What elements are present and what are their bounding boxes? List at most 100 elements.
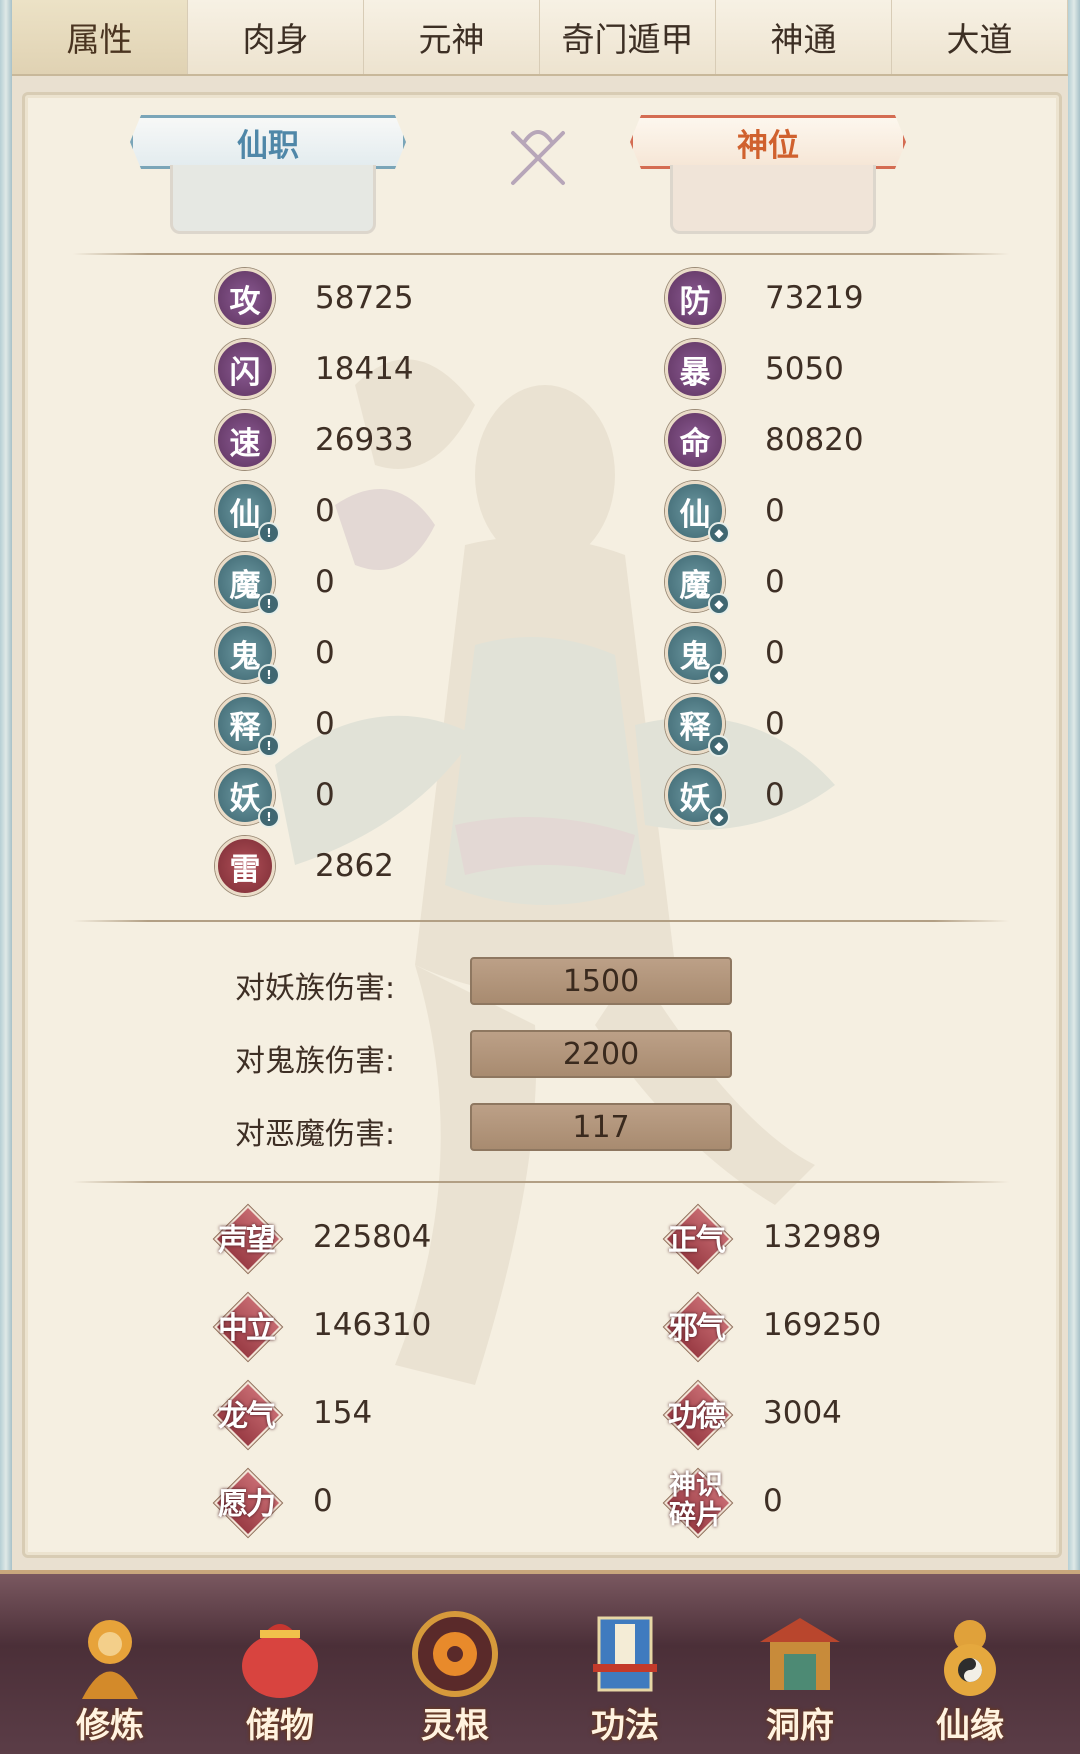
shield-icon: ◆ — [708, 522, 730, 544]
damage-row-demon: 对恶魔伤害: 117 — [25, 1103, 1059, 1152]
stat-demon-resist: 魔 ◆ 0 — [665, 552, 785, 615]
rep-value: 146310 — [313, 1307, 432, 1343]
nav-spirit-root[interactable]: 灵根 — [380, 1604, 530, 1754]
nav-label: 仙缘 — [936, 1706, 1004, 1746]
nav-storage[interactable]: 储物 — [205, 1604, 355, 1754]
stat-badge: 魔 ◆ — [665, 552, 730, 615]
bottom-nav: 修炼 储物 灵根 功法 洞府 仙缘 — [0, 1570, 1080, 1754]
stat-value: 0 — [765, 493, 785, 529]
rep-merit: 功德 3004 — [665, 1381, 842, 1445]
stat-value: 18414 — [315, 351, 414, 387]
stat-value: 0 — [765, 777, 785, 813]
damage-label: 对鬼族伤害: — [235, 1044, 396, 1079]
frame-right — [1068, 0, 1080, 1570]
stat-value: 5050 — [765, 351, 844, 387]
shield-icon: ◆ — [708, 806, 730, 828]
stat-thunder: 雷 2862 — [215, 836, 394, 896]
damage-value: 1500 — [470, 957, 732, 1005]
stat-badge: 妖 ◆ — [665, 765, 730, 828]
deity-rank-title: 神位 — [630, 115, 906, 169]
cultivate-icon — [82, 1620, 138, 1699]
stat-badge: 魔! — [215, 552, 280, 615]
alert-icon: ! — [258, 664, 280, 686]
rep-badge: 中立 — [215, 1294, 277, 1356]
rep-value: 225804 — [313, 1219, 432, 1255]
divider — [73, 920, 1009, 922]
stat-badge: 命 — [665, 410, 725, 470]
rep-value: 169250 — [763, 1307, 882, 1343]
rep-soul-fragments: 神识碎片 0 — [665, 1469, 783, 1533]
stat-value: 0 — [315, 777, 335, 813]
stat-badge: 鬼 ◆ — [665, 623, 730, 686]
rep-neutral: 中立 146310 — [215, 1293, 431, 1357]
nav-cultivate[interactable]: 修炼 — [35, 1604, 185, 1754]
stat-badge: 攻 — [215, 268, 275, 328]
damage-value: 117 — [470, 1103, 732, 1151]
rep-prestige: 声望 225804 — [215, 1205, 431, 1269]
stat-badge: 妖! — [215, 765, 280, 828]
stat-defense: 防 73219 — [665, 268, 864, 328]
stat-value: 58725 — [315, 280, 414, 316]
stat-value: 2862 — [315, 848, 394, 884]
damage-label: 对妖族伤害: — [235, 971, 396, 1006]
rep-righteous: 正气 132989 — [665, 1205, 881, 1269]
stat-value: 0 — [315, 564, 335, 600]
rep-badge: 声望 — [215, 1206, 277, 1268]
tab-attributes[interactable]: 属性 — [12, 0, 188, 74]
shield-icon: ◆ — [708, 664, 730, 686]
spirit-root-icon — [412, 1611, 498, 1697]
rep-dragon-qi: 龙气 154 — [215, 1381, 372, 1445]
stat-immortal-attack: 仙! 0 — [215, 481, 335, 544]
crossed-swords-icon — [511, 130, 565, 185]
rep-badge: 正气 — [665, 1206, 727, 1268]
nav-fate[interactable]: 仙缘 — [895, 1604, 1045, 1754]
stat-value: 73219 — [765, 280, 864, 316]
rep-value: 3004 — [763, 1395, 842, 1431]
stat-badge: 释! — [215, 694, 280, 757]
tab-great-dao[interactable]: 大道 — [892, 0, 1068, 74]
rep-value: 0 — [313, 1483, 333, 1519]
tab-body[interactable]: 肉身 — [188, 0, 364, 74]
immortal-post-slot[interactable] — [170, 165, 376, 234]
rep-badge: 功德 — [665, 1382, 727, 1444]
alert-icon: ! — [258, 593, 280, 615]
stat-critical: 暴 5050 — [665, 339, 844, 399]
rep-badge: 愿力 — [215, 1470, 277, 1532]
nav-cave-dwelling[interactable]: 洞府 — [725, 1604, 875, 1754]
stat-value: 0 — [765, 635, 785, 671]
frame-left — [0, 0, 12, 1570]
deity-rank-slot[interactable] — [670, 165, 876, 234]
stat-immortal-resist: 仙 ◆ 0 — [665, 481, 785, 544]
alert-icon: ! — [258, 735, 280, 757]
stat-value: 26933 — [315, 422, 414, 458]
stat-badge: 速 — [215, 410, 275, 470]
stat-badge: 仙! — [215, 481, 280, 544]
shield-icon: ◆ — [708, 593, 730, 615]
stat-badge: 仙 ◆ — [665, 481, 730, 544]
tab-qimen[interactable]: 奇门遁甲 — [540, 0, 716, 74]
attributes-panel: 仙职 神位 攻 58725 闪 18414 速 26933 仙! 0 魔 ! 0… — [22, 92, 1062, 1558]
rep-badge: 神识碎片 — [665, 1470, 727, 1532]
rep-value: 0 — [763, 1483, 783, 1519]
stat-health: 命 80820 — [665, 410, 864, 470]
book-icon — [593, 1616, 657, 1692]
stat-dodge: 闪 18414 — [215, 339, 414, 399]
nav-label: 修炼 — [76, 1706, 144, 1746]
pavilion-icon — [760, 1618, 840, 1690]
shield-icon: ◆ — [708, 735, 730, 757]
stat-value: 0 — [765, 706, 785, 742]
rep-badge: 龙气 — [215, 1382, 277, 1444]
stat-ghost-resist: 鬼 ◆ 0 — [665, 623, 785, 686]
treasure-bag-icon — [242, 1624, 318, 1698]
nav-techniques[interactable]: 功法 — [550, 1604, 700, 1754]
tab-soul[interactable]: 元神 — [364, 0, 540, 74]
nav-label: 功法 — [591, 1706, 659, 1746]
divider — [73, 1181, 1009, 1183]
tab-divine-powers[interactable]: 神通 — [716, 0, 892, 74]
nav-label: 储物 — [246, 1706, 314, 1746]
nav-label: 洞府 — [766, 1706, 834, 1746]
damage-value: 2200 — [470, 1030, 732, 1078]
stat-value: 0 — [315, 493, 335, 529]
tab-bar: 属性 肉身 元神 奇门遁甲 神通 大道 — [12, 0, 1068, 76]
alert-icon: ! — [258, 806, 280, 828]
